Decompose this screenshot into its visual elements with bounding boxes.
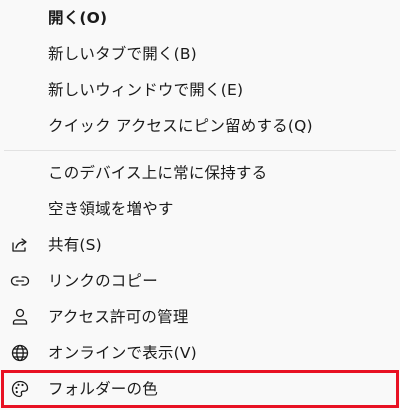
menu-item-open-new-window[interactable]: 新しいウィンドウで開く(E) — [4, 75, 396, 105]
menu-item-label: 新しいタブで開く(B) — [48, 45, 197, 63]
context-menu: 開く(O) 新しいタブで開く(B) 新しいウィンドウで開く(E) クイック アク… — [0, 0, 400, 410]
menu-item-pin-quick-access[interactable]: クイック アクセスにピン留めする(Q) — [4, 111, 396, 141]
menu-item-label: 開く(O) — [48, 9, 108, 27]
globe-icon — [10, 343, 30, 363]
menu-item-open-new-tab[interactable]: 新しいタブで開く(B) — [4, 39, 396, 69]
menu-item-label: フォルダーの色 — [48, 380, 158, 398]
menu-item-label: リンクのコピー — [48, 272, 158, 290]
menu-item-share[interactable]: 共有(S) — [4, 230, 396, 260]
menu-item-always-keep[interactable]: このデバイス上に常に保持する — [4, 158, 396, 188]
palette-icon — [10, 379, 30, 399]
menu-item-view-online[interactable]: オンラインで表示(V) — [4, 338, 396, 368]
menu-item-label: 新しいウィンドウで開く(E) — [48, 81, 244, 99]
person-icon — [10, 307, 30, 327]
menu-item-free-space[interactable]: 空き領域を増やす — [4, 194, 396, 224]
menu-item-copy-link[interactable]: リンクのコピー — [4, 266, 396, 296]
menu-item-folder-color[interactable]: フォルダーの色 — [4, 374, 396, 404]
menu-item-label: このデバイス上に常に保持する — [48, 164, 268, 182]
share-icon — [10, 235, 30, 255]
menu-item-label: オンラインで表示(V) — [48, 344, 197, 362]
menu-item-manage-access[interactable]: アクセス許可の管理 — [4, 302, 396, 332]
menu-item-label: 空き領域を増やす — [48, 200, 174, 218]
menu-item-label: クイック アクセスにピン留めする(Q) — [48, 117, 313, 135]
menu-item-label: 共有(S) — [48, 236, 102, 254]
link-icon — [10, 271, 30, 291]
menu-item-label: アクセス許可の管理 — [48, 308, 189, 326]
menu-separator — [4, 150, 396, 151]
menu-item-open[interactable]: 開く(O) — [4, 3, 396, 33]
